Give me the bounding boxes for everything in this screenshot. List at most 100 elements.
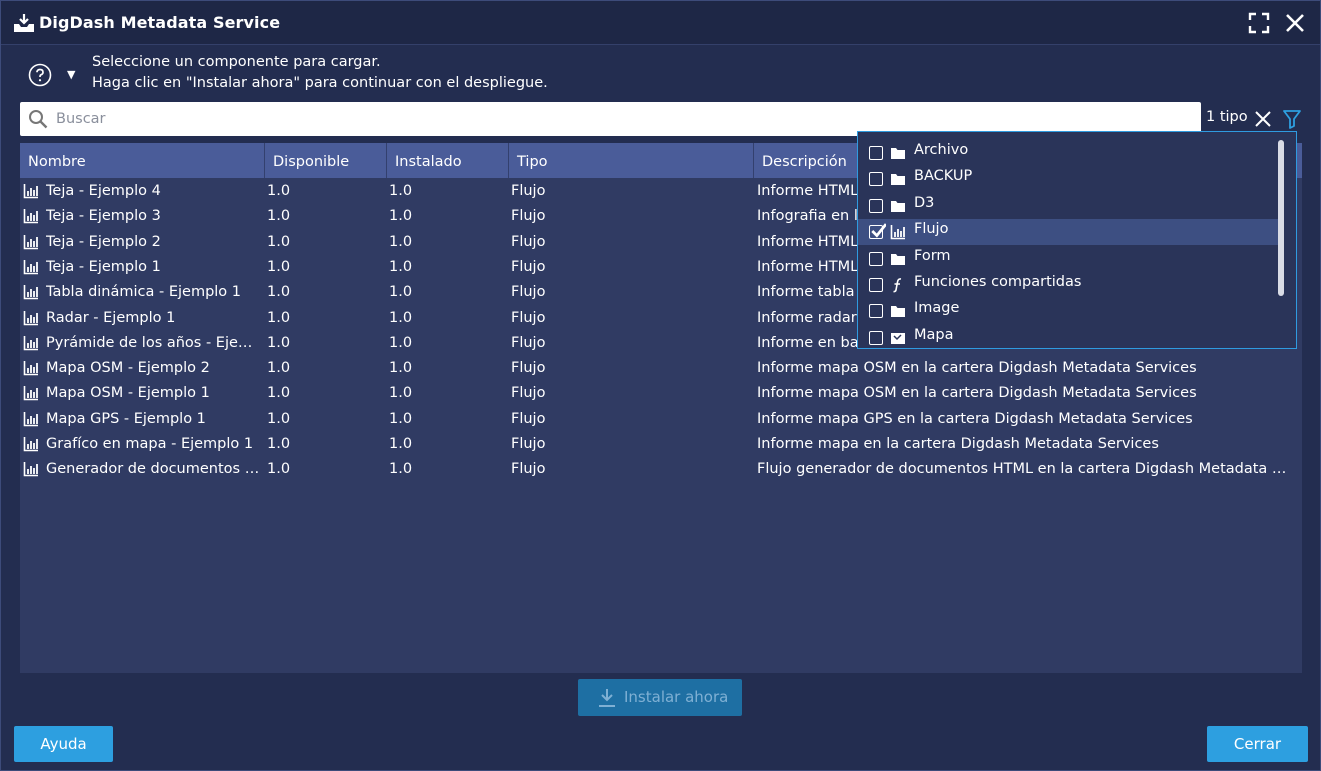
cell-instalado: 1.0 [389,360,413,377]
cell-descripcion: Informe mapa OSM en la cartera Digdash M… [757,360,1197,377]
type-filter-label: Flujo [914,221,949,238]
type-filter-item[interactable]: Mapa [858,325,1278,348]
chart-icon [23,335,39,351]
checkbox[interactable] [869,223,886,240]
cell-instalado: 1.0 [389,309,413,326]
cell-disponible: 1.0 [267,360,291,377]
window-title: DigDash Metadata Service [39,13,281,32]
close-button[interactable]: Cerrar [1207,726,1308,762]
cell-instalado: 1.0 [389,208,413,225]
cell-descripcion: Informe mapa GPS en la cartera Digdash M… [757,410,1193,427]
type-filter-label: Image [914,300,960,317]
type-filter-item[interactable]: Flujo [858,219,1278,246]
checkbox[interactable] [869,146,883,160]
type-filter-item[interactable]: D3 [858,193,1278,219]
checkbox[interactable] [869,172,883,187]
chart-icon [23,183,39,199]
checkbox[interactable] [869,304,883,319]
chart-icon [23,234,39,250]
cell-disponible: 1.0 [267,461,291,478]
cell-nombre: Mapa OSM - Ejemplo 2 [46,360,210,377]
instruction-line-1: Seleccione un componente para cargar. [92,54,381,70]
map-icon [890,330,906,346]
folder-icon [890,198,906,214]
help-icon[interactable] [28,63,52,87]
cell-tipo: Flujo [511,461,546,478]
cell-tipo: Flujo [511,309,546,326]
filter-icon[interactable] [1282,109,1302,129]
install-now-label: Instalar ahora [624,688,729,706]
chart-icon [23,310,39,326]
cell-nombre: Mapa GPS - Ejemplo 1 [46,410,206,427]
type-filter-label: Archivo [914,142,969,158]
cell-tipo: Flujo [511,436,546,452]
column-header-nombre[interactable]: Nombre [20,143,265,178]
cell-disponible: 1.0 [267,436,291,452]
cell-descripcion: Flujo generador de documentos HTML en la… [757,461,1295,478]
checkbox[interactable] [869,251,883,266]
column-header-tipo[interactable]: Tipo [509,143,754,178]
folder-icon [890,145,906,161]
table-row[interactable]: Mapa OSM - Ejemplo 2 1.0 1.0 Flujo Informe m… [20,356,1302,381]
table-row[interactable]: Generador de documentos : Ejemplo1.01.0F… [20,457,1302,482]
search-input[interactable] [56,106,1186,132]
type-filter-item[interactable]: Archivo [858,140,1278,166]
cell-descripcion: Informe mapa OSM en la cartera Digdash M… [757,385,1197,402]
cell-tipo: Flujo [511,334,546,351]
help-button[interactable]: Ayuda [14,726,113,762]
cell-instalado: 1.0 [389,258,413,275]
type-filter-item[interactable]: BACKUP [858,166,1278,192]
cell-nombre: Tabla dinámica - Ejemplo 1 [46,284,242,301]
column-header-instalado[interactable]: Instalado [387,143,509,178]
instruction-line-2: Haga clic en "Instalar ahora" para conti… [92,75,548,91]
maximize-icon[interactable] [1247,11,1271,35]
chart-icon [23,411,39,427]
cell-tipo: Flujo [511,385,546,402]
download-tray-icon [14,14,34,32]
chart-icon [23,461,39,477]
folder-icon [890,251,906,267]
type-filter-item[interactable]: Funciones compartidas [858,272,1278,298]
dropdown-scrollbar[interactable] [1278,140,1284,296]
type-filter-label: Form [914,247,951,264]
cell-instalado: 1.0 [389,385,413,402]
title-bar: DigDash Metadata Service [1,1,1320,45]
search-icon [29,110,48,129]
cell-tipo: Flujo [511,183,546,199]
type-filter-item[interactable]: Form [858,246,1278,272]
cell-tipo: Flujo [511,410,546,427]
checkbox[interactable] [869,198,883,213]
type-filter-label: Funciones compartidas [914,274,1082,290]
cell-disponible: 1.0 [267,309,291,326]
cell-instalado: 1.0 [389,410,413,427]
cell-nombre: Teja - Ejemplo 1 [46,258,161,275]
cell-tipo: Flujo [511,284,546,301]
chart-icon [23,360,39,376]
type-filter-label: Mapa [914,326,954,343]
checkbox[interactable] [869,278,883,292]
table-row[interactable]: Mapa OSM - Ejemplo 1 1.0 1.0 Flujo Informe m… [20,381,1302,406]
cell-nombre: Mapa OSM - Ejemplo 1 [46,385,210,402]
clear-filter-icon[interactable] [1253,109,1273,129]
type-filter-item[interactable]: Image [858,298,1278,324]
cell-instalado: 1.0 [389,284,413,301]
cell-disponible: 1.0 [267,258,291,275]
cell-disponible: 1.0 [267,183,291,199]
cell-nombre: Teja - Ejemplo 3 [46,208,161,225]
cell-nombre: Generador de documentos : Ejemplo [46,461,264,478]
filter-count: 1 tipo [1206,109,1248,125]
cell-descripcion: Informe mapa en la cartera Digdash Metad… [757,436,1159,452]
checkbox[interactable] [869,330,883,345]
download-icon [599,689,615,707]
cell-instalado: 1.0 [389,334,413,351]
install-now-button[interactable]: Instalar ahora [578,679,742,716]
close-icon[interactable] [1283,11,1307,35]
cell-instalado: 1.0 [389,233,413,250]
help-menu-caret[interactable]: ▼ [67,68,75,81]
column-header-disponible[interactable]: Disponible [265,143,387,178]
cell-nombre: Teja - Ejemplo 4 [46,183,161,199]
cell-instalado: 1.0 [389,436,413,452]
table-row[interactable]: Grafíco en mapa - Ejemplo 1 1.0 1.0 Flujo In… [20,432,1302,457]
cell-disponible: 1.0 [267,334,291,351]
table-row[interactable]: Mapa GPS - Ejemplo 1 1.0 1.0 Flujo Informe m… [20,407,1302,432]
